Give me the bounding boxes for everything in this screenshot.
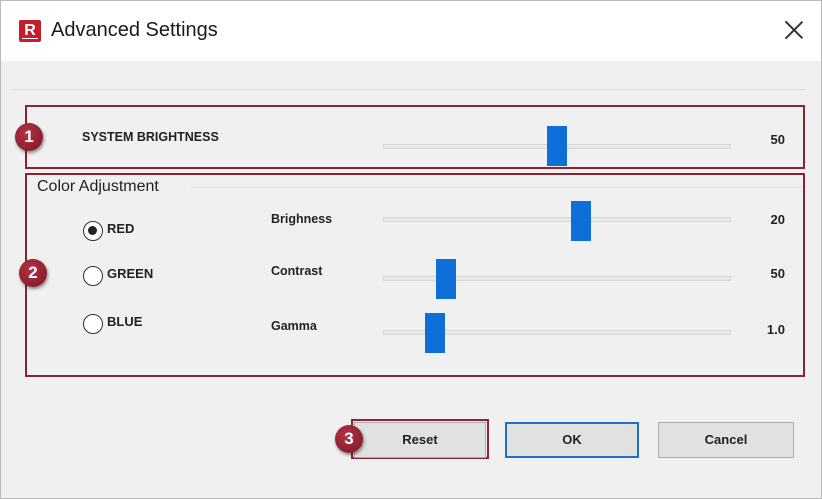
gamma-value: 1.0 bbox=[766, 322, 785, 337]
system-brightness-value: 50 bbox=[770, 132, 785, 147]
system-brightness-label: SYSTEM BRIGHTNESS bbox=[82, 130, 219, 144]
brightness-value: 20 bbox=[770, 212, 785, 227]
callout-badge-2: 2 bbox=[19, 259, 47, 287]
window-title: Advanced Settings bbox=[51, 19, 218, 41]
app-logo-letter: R bbox=[24, 22, 36, 39]
divider bbox=[9, 89, 805, 90]
system-brightness-slider-thumb[interactable] bbox=[547, 126, 567, 166]
radio-green[interactable] bbox=[83, 266, 103, 286]
radio-green-label: GREEN bbox=[107, 266, 154, 281]
radio-red[interactable] bbox=[83, 221, 103, 241]
contrast-label: Contrast bbox=[271, 264, 323, 278]
brightness-slider-thumb[interactable] bbox=[571, 201, 592, 241]
reset-button[interactable]: Reset bbox=[354, 422, 486, 458]
close-icon[interactable] bbox=[781, 17, 807, 43]
radio-blue[interactable] bbox=[83, 314, 103, 334]
advanced-settings-dialog: R Advanced Settings 1 SYSTEM BRIGHTNESS … bbox=[0, 0, 822, 499]
callout-badge-3: 3 bbox=[335, 425, 363, 453]
gamma-slider-thumb[interactable] bbox=[425, 313, 446, 353]
callout-badge-1: 1 bbox=[15, 123, 43, 151]
app-logo-icon: R bbox=[19, 20, 41, 42]
cancel-button[interactable]: Cancel bbox=[658, 422, 794, 458]
ok-button[interactable]: OK bbox=[505, 422, 639, 458]
radio-blue-label: BLUE bbox=[107, 314, 143, 329]
contrast-value: 50 bbox=[770, 266, 785, 281]
brightness-track[interactable] bbox=[383, 217, 731, 222]
color-adjustment-title: Color Adjustment bbox=[37, 178, 163, 196]
radio-red-label: RED bbox=[107, 221, 135, 236]
gamma-label: Gamma bbox=[271, 319, 317, 333]
contrast-slider-thumb[interactable] bbox=[435, 259, 456, 299]
brightness-label: Brighness bbox=[271, 212, 333, 226]
title-bar: R Advanced Settings bbox=[1, 1, 821, 61]
